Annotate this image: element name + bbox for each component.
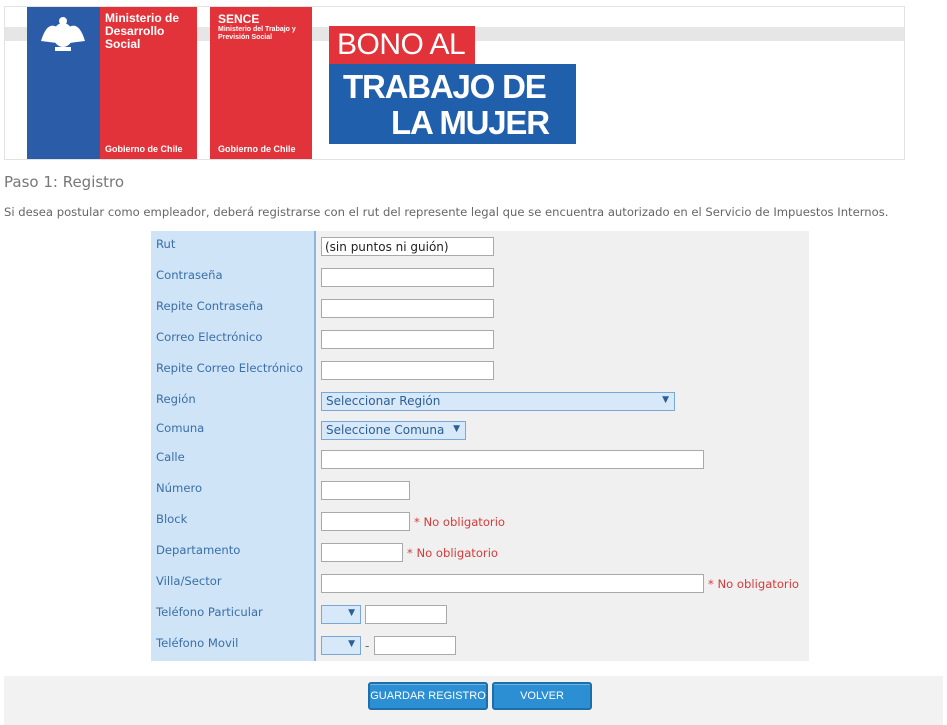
email-repeat-input[interactable] [321,361,494,380]
rut-input[interactable] [321,237,494,256]
telefono-movil-input[interactable] [374,636,456,655]
block-input[interactable] [321,512,410,531]
label-column [151,231,316,661]
back-button[interactable]: VOLVER [492,682,592,710]
block-optional-note: * No obligatorio [414,515,506,529]
telefono-particular-label: Teléfono Particular [156,605,263,619]
villa-optional-note: * No obligatorio [708,577,800,591]
calle-label: Calle [156,450,185,464]
password-input[interactable] [321,268,494,287]
chevron-down-icon: ▼ [662,395,669,405]
chevron-down-icon: ▼ [348,639,355,649]
block-label: Block [156,512,188,526]
villa-input[interactable] [321,574,704,593]
telefono-particular-input[interactable] [365,605,447,624]
bono-title-line1: BONO AL [329,26,476,64]
sence-subtitle: Ministerio del Trabajo y Previsión Socia… [218,26,296,41]
ministerio-name: Ministerio de Desarrollo Social [105,11,180,51]
password-repeat-input[interactable] [321,299,494,318]
villa-label: Villa/Sector [156,574,222,588]
sence-logo: SENCE Ministerio del Trabajo y Previsión… [210,7,312,159]
sence-gobierno-label: Gobierno de Chile [218,144,296,154]
region-label: Región [156,392,196,406]
ministerio-logo: Ministerio de Desarrollo Social Gobierno… [27,7,197,159]
password-label: Contraseña [156,268,223,282]
departamento-input[interactable] [321,543,403,562]
bono-title-line3: LA MUJER [391,104,550,141]
phone-separator: - [365,639,370,653]
numero-label: Número [156,481,203,495]
numero-input[interactable] [321,481,410,500]
departamento-label: Departamento [156,543,241,557]
comuna-select-value: Seleccione Comuna [326,423,445,437]
gobierno-label: Gobierno de Chile [105,144,183,154]
rut-label: Rut [156,237,176,251]
telefono-movil-label: Teléfono Movil [156,636,239,650]
region-select-value: Seleccionar Región [326,394,441,408]
telefono-particular-code-select[interactable]: ▼ [321,605,361,624]
comuna-label: Comuna [156,421,205,435]
sence-title: SENCE [218,12,260,26]
page-title: Paso 1: Registro [4,173,125,191]
telefono-movil-code-select[interactable]: ▼ [321,636,361,655]
comuna-select[interactable]: Seleccione Comuna ▼ [321,421,466,440]
intro-text: Si desea postular como empleador, deberá… [4,205,889,219]
email-repeat-label: Repite Correo Electrónico [156,361,304,375]
email-input[interactable] [321,330,494,349]
bono-title-line2: TRABAJO DE [343,68,547,105]
save-button[interactable]: GUARDAR REGISTRO [368,682,488,710]
registration-form: Rut Contraseña Repite Contraseña Correo … [151,231,809,661]
bono-title-block: TRABAJO DE LA MUJER [329,64,576,144]
password-repeat-label: Repite Contraseña [156,299,264,313]
chevron-down-icon: ▼ [453,424,460,434]
calle-input[interactable] [321,450,704,469]
email-label: Correo Electrónico [156,330,263,344]
header-banner: Ministerio de Desarrollo Social Gobierno… [4,6,905,160]
chevron-down-icon: ▼ [348,608,355,618]
chile-crest-icon [41,17,85,51]
region-select[interactable]: Seleccionar Región ▼ [321,392,675,411]
departamento-optional-note: * No obligatorio [407,546,499,560]
